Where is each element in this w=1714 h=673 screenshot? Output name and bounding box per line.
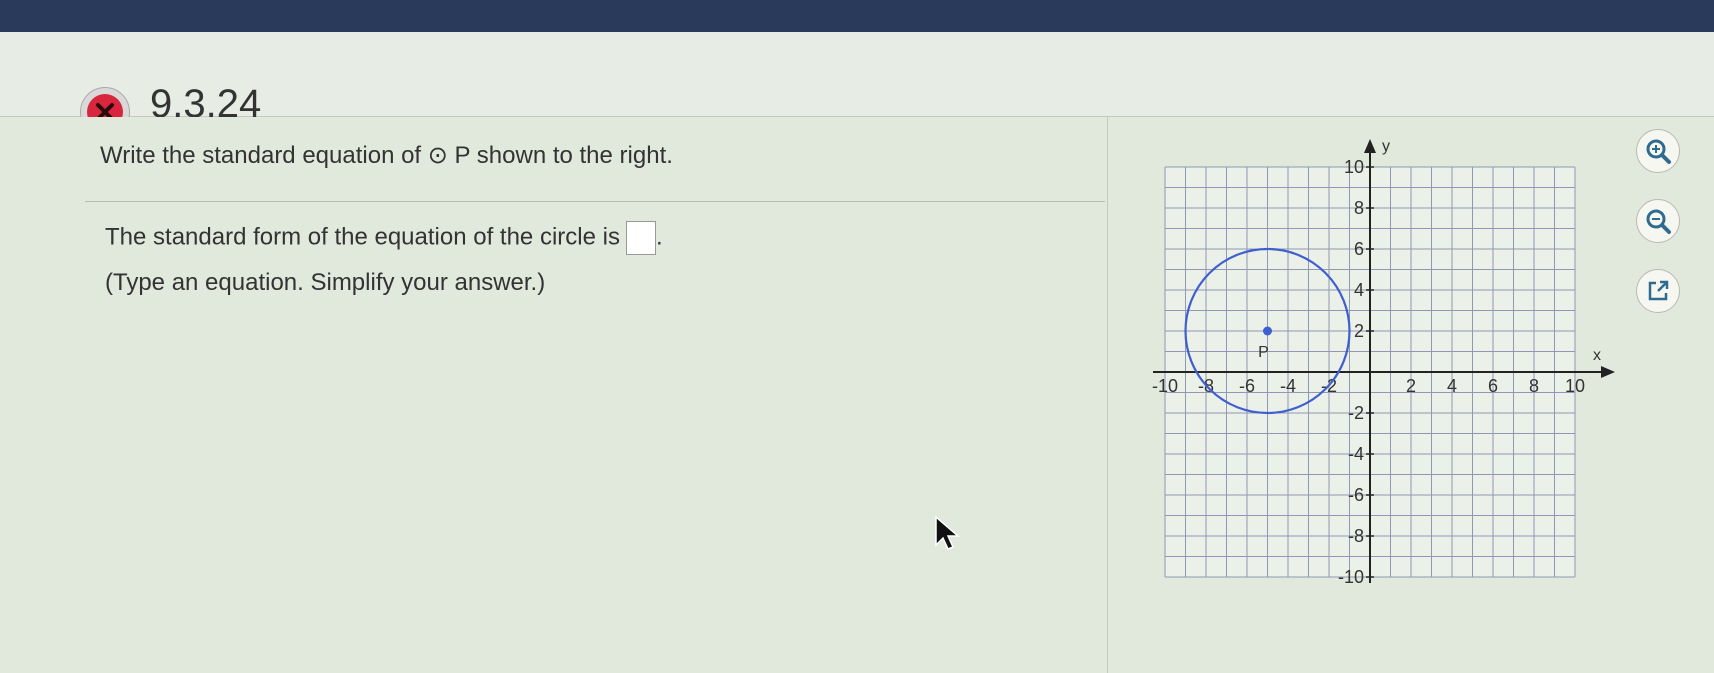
zoom-out-button[interactable] [1636,199,1680,243]
y-tick-label: -6 [1348,485,1364,505]
x-axis-label: x [1593,347,1601,364]
zoom-in-icon [1646,139,1671,164]
y-tick-label: -2 [1348,403,1364,423]
y-tick-label: 4 [1354,280,1364,300]
top-bar [0,0,1714,32]
y-tick-label: 10 [1344,157,1364,177]
center-label: P [1258,344,1269,361]
coordinate-graph: xy-10 -8 -6 -4 -2 2 4 6 8 10108642-2-4-6-8-10P [1152,138,1615,587]
question-panel: Write the standard equation of ⊙ P shown… [85,117,1105,673]
zoom-in-button[interactable] [1636,129,1680,173]
x-axis-arrow [1601,366,1615,378]
answer-prefix: The standard form of the equation of the… [105,223,620,251]
zoom-out-icon [1646,209,1671,234]
answer-input[interactable] [625,221,656,255]
x-tick-label: 4 [1447,376,1457,396]
answer-hint: (Type an equation. Simplify your answer.… [105,269,546,296]
question-prompt: Write the standard equation of ⊙ P shown… [100,141,673,170]
y-axis-label: y [1382,138,1390,155]
y-axis-arrow [1364,139,1376,153]
question-header: 9.3.24 [0,32,1714,137]
y-tick-label: 8 [1354,198,1364,218]
circle-dot-icon: ⊙ [427,142,448,169]
y-tick-label: 6 [1354,239,1364,259]
divider [85,201,1105,202]
popout-icon [1648,280,1669,301]
center-point [1263,326,1272,336]
x-tick-label: 2 [1406,376,1416,396]
question-content: Write the standard equation of ⊙ P shown… [0,117,1714,673]
x-tick-label: 6 [1488,376,1498,396]
answer-suffix: . [655,223,663,251]
prompt-text-after: P shown to the right. [454,142,673,169]
popout-button[interactable] [1636,269,1680,313]
panel-divider [1107,117,1108,673]
x-tick-label: -6 [1239,376,1255,396]
y-tick-label: 2 [1354,321,1364,341]
x-tick-label: -10 [1152,376,1178,396]
y-tick-label: -8 [1348,526,1364,546]
x-tick-label: 10 [1565,376,1585,396]
mouse-cursor-icon [935,515,960,550]
prompt-text-before: Write the standard equation of [100,142,422,169]
x-tick-label: 8 [1529,376,1539,396]
y-tick-label: -4 [1348,444,1364,464]
y-tick-label: -10 [1338,567,1364,587]
answer-line: The standard form of the equation of the… [105,221,663,255]
x-tick-label: -4 [1280,376,1296,396]
